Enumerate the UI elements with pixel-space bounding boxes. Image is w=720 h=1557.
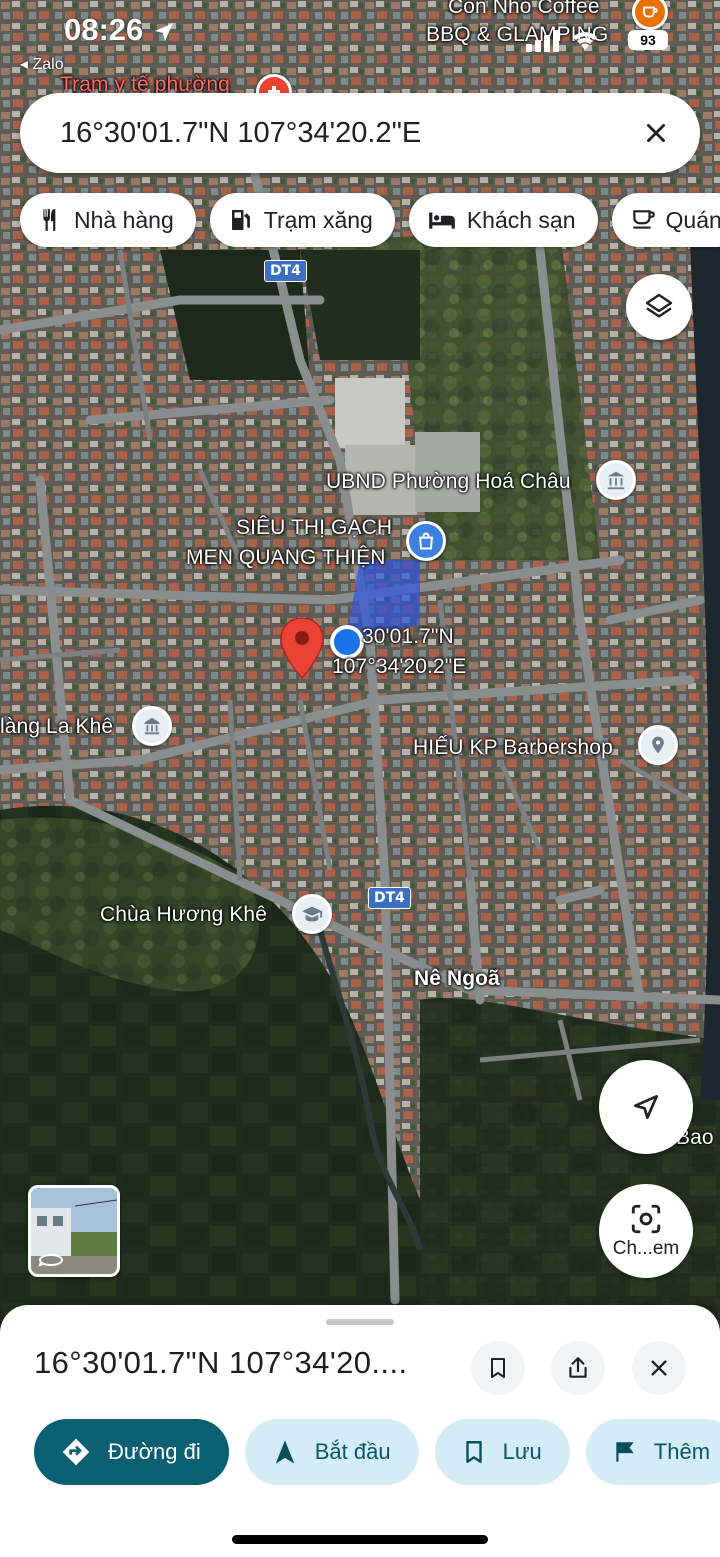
poi-label-store-line1[interactable]: SIÊU THỊ GẠCH [236,515,392,540]
share-icon [569,1357,587,1378]
directions-button[interactable]: Đường đi [34,1419,229,1485]
cafe-icon [632,210,655,229]
poi-label-ubnd[interactable]: UBND Phường Hoá Châu [326,469,571,494]
home-indicator[interactable] [232,1535,488,1544]
flag-icon [616,1442,634,1462]
navigation-arrow-icon [634,1095,658,1119]
save-bookmark-button[interactable] [471,1341,525,1395]
hotel-icon [428,212,455,229]
camera-button-label: Ch...em [612,1238,680,1259]
coordinate-label-line1: 30'01.7"N [362,625,454,648]
road-shield-dt4: DT4 [368,887,411,909]
poi-label-barbershop[interactable]: HIẾU KP Barbershop [413,735,613,760]
poi-label-coffee[interactable]: Con Nhỏ Coffee [448,0,600,19]
rotate-360-icon [38,1254,63,1267]
camera-search-button[interactable]: Ch...em [599,1184,693,1278]
action-buttons-row: Đường đi Bắt đầu Lưu Thêm [34,1419,720,1485]
place-pin-poi-icon[interactable] [638,725,678,765]
search-query[interactable]: 16°30'01.7"N 107°34'20.2"E [60,117,421,150]
road-shield-dt4: DT4 [264,260,307,282]
sheet-drag-handle[interactable] [326,1319,394,1325]
directions-icon [62,1438,90,1466]
location-arrow-icon [154,22,173,41]
poi-label-store-line2[interactable]: MEN QUANG THIỆN [186,545,385,570]
category-chips: Nhà hàng Trạm xăng Khách sạn Quán [20,193,720,247]
place-bottom-sheet[interactable]: 16°30'01.7"N 107°34'20.... Đường đi Bắt … [0,1305,720,1557]
government-building-icon[interactable] [596,460,636,500]
place-title: 16°30'01.7"N 107°34'20.... [34,1345,408,1380]
close-icon [651,1360,667,1376]
chip-gas-stations[interactable]: Trạm xăng [209,193,395,247]
area-label-ne-ngoa: Nê Ngoã [414,967,500,990]
chip-cafes[interactable]: Quán [611,193,720,247]
coordinate-label-line2: 107°34'20.2"E [332,655,467,678]
start-navigation-button[interactable]: Bắt đầu [244,1419,419,1485]
status-time: 08:26 [64,12,176,48]
close-sheet-button[interactable] [632,1341,686,1395]
wifi-icon [573,32,597,50]
back-to-app-link[interactable]: ◂ Zalo [20,54,64,74]
map-layers-button[interactable] [626,274,692,340]
gas-station-icon [231,209,250,231]
cellular-signal-icon [526,30,559,52]
street-view-thumbnail[interactable] [28,1185,120,1277]
save-button[interactable]: Lưu [434,1419,570,1485]
close-icon [647,124,665,142]
poi-label-village[interactable]: làng La Khê [0,714,113,739]
red-location-pin-icon[interactable] [278,616,326,680]
chip-hotels[interactable]: Khách sạn [408,193,598,247]
navigation-arrow-icon [275,1440,295,1464]
my-location-button[interactable] [599,1060,693,1154]
bookmark-icon [491,1358,505,1378]
camera-lens-icon [631,1204,661,1234]
search-bar[interactable]: 16°30'01.7"N 107°34'20.2"E [20,93,700,173]
layers-icon [645,293,673,318]
restaurant-icon [43,209,56,231]
battery-indicator: 93 [628,30,668,50]
share-button[interactable] [551,1341,605,1395]
shopping-bag-icon[interactable] [406,521,446,561]
clear-search-button[interactable] [636,113,676,153]
poi-label-pagoda[interactable]: Chùa Hương Khê [100,902,267,927]
bookmark-icon [465,1441,482,1463]
chip-restaurants[interactable]: Nhà hàng [20,193,196,247]
landmark-poi-icon[interactable] [132,706,172,746]
add-label-button[interactable]: Thêm [585,1419,720,1485]
school-poi-icon[interactable] [292,894,332,934]
